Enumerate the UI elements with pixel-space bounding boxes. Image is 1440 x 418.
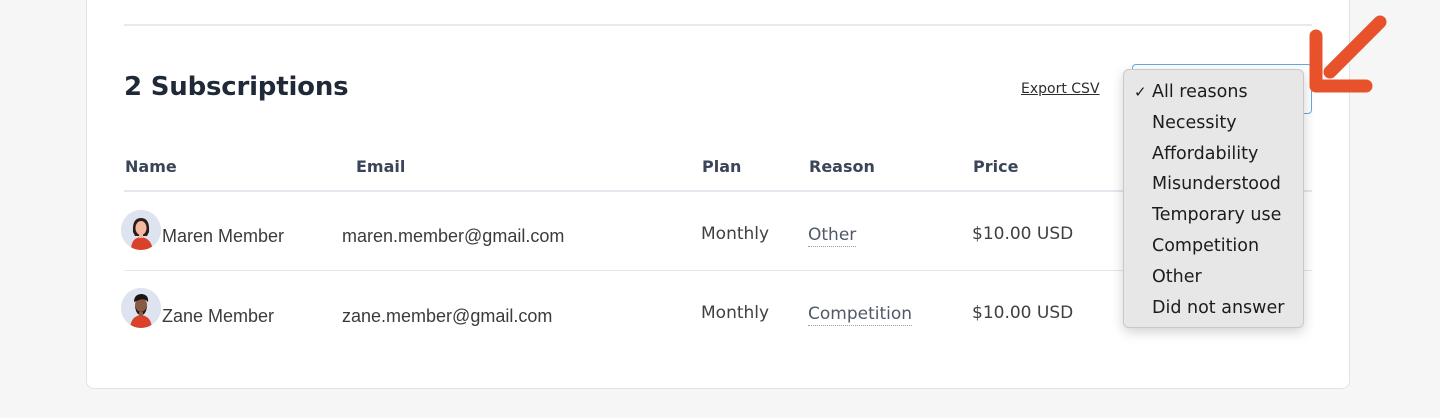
option-label: Misunderstood xyxy=(1152,174,1281,195)
row-reason[interactable]: Competition xyxy=(808,304,913,326)
row-name: Zane Member xyxy=(162,306,275,326)
row-plan: Monthly xyxy=(701,224,770,244)
option-temporary-use[interactable]: Temporary use xyxy=(1124,201,1303,232)
checkmark-icon: ✓ xyxy=(1134,83,1147,101)
column-header-plan[interactable]: Plan xyxy=(702,157,741,176)
pointer-arrow-icon xyxy=(1306,10,1396,101)
option-affordability[interactable]: Affordability xyxy=(1124,140,1303,171)
option-label: Competition xyxy=(1152,235,1260,256)
page-title: 2 Subscriptions xyxy=(124,72,349,102)
row-email: zane.member@gmail.com xyxy=(342,306,553,326)
option-label: Temporary use xyxy=(1152,205,1282,226)
row-price: $10.00 USD xyxy=(972,303,1074,323)
row-email: maren.member@gmail.com xyxy=(342,226,565,246)
row-reason[interactable]: Other xyxy=(808,225,857,247)
option-all-reasons[interactable]: ✓ All reasons xyxy=(1124,78,1303,109)
option-label: All reasons xyxy=(1152,82,1248,102)
row-name: Maren Member xyxy=(162,226,285,246)
option-label: Did not answer xyxy=(1152,297,1285,318)
option-misunderstood[interactable]: Misunderstood xyxy=(1124,170,1303,201)
row-plan: Monthly xyxy=(701,303,770,323)
option-necessity[interactable]: Necessity xyxy=(1124,109,1303,140)
option-label: Affordability xyxy=(1152,143,1259,164)
column-header-name[interactable]: Name xyxy=(125,157,177,176)
option-label: Necessity xyxy=(1152,112,1237,133)
column-header-email[interactable]: Email xyxy=(356,157,405,176)
option-label: Other xyxy=(1152,266,1202,287)
option-competition[interactable]: Competition xyxy=(1124,232,1303,263)
reason-dropdown-menu[interactable]: ✓ All reasons Necessity Affordability Mi… xyxy=(1123,69,1304,328)
man-avatar-icon xyxy=(121,288,161,328)
row-price: $10.00 USD xyxy=(972,224,1074,244)
export-csv-link[interactable]: Export CSV xyxy=(1021,81,1100,97)
woman-avatar-icon xyxy=(121,210,161,250)
column-header-reason[interactable]: Reason xyxy=(809,157,875,176)
top-divider xyxy=(124,24,1312,26)
column-header-price[interactable]: Price xyxy=(973,157,1018,176)
option-did-not-answer[interactable]: Did not answer xyxy=(1124,294,1303,325)
option-other[interactable]: Other xyxy=(1124,263,1303,294)
